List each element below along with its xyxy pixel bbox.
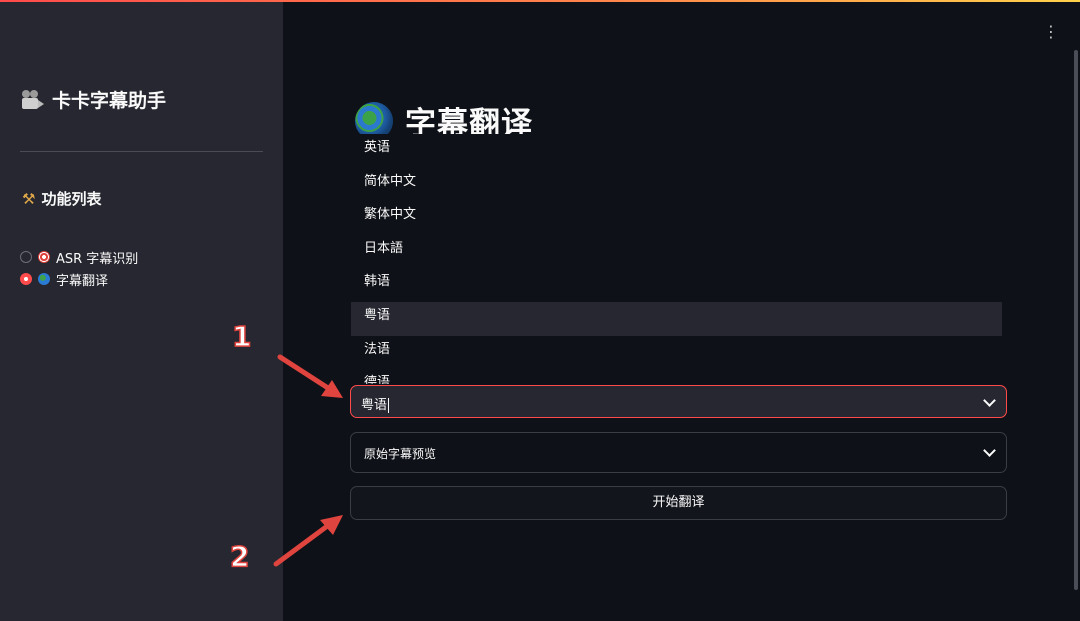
arrow-step-2 [273, 515, 343, 567]
annotation-step-2: 2 [229, 539, 250, 574]
annotation-arrows [273, 354, 343, 567]
arrow-step-1 [277, 354, 343, 398]
annotation-step-1: 1 [231, 319, 252, 354]
